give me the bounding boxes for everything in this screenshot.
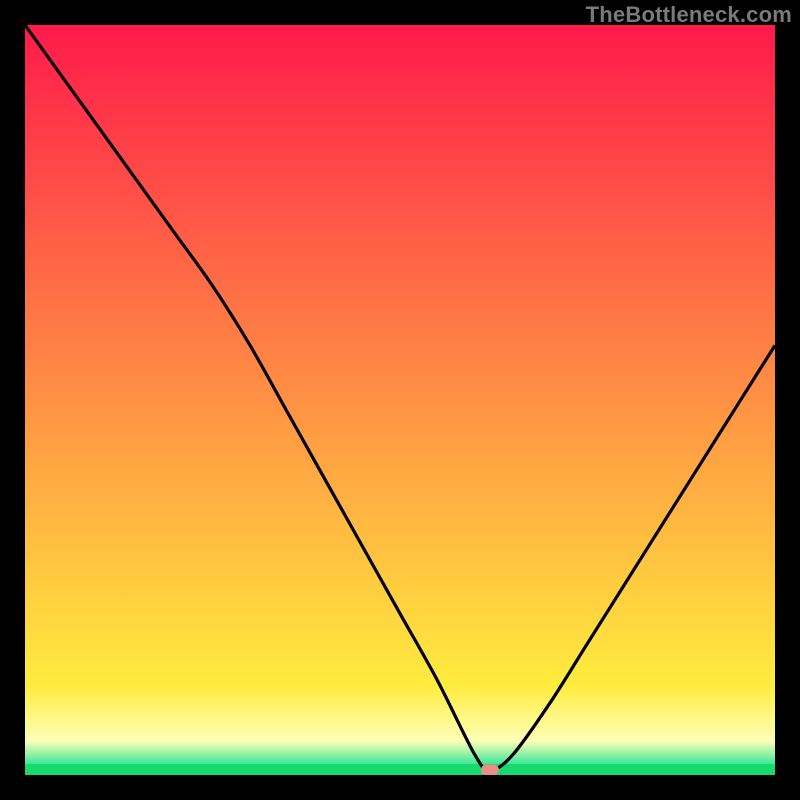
plot-area xyxy=(25,25,775,775)
bottleneck-curve xyxy=(25,25,775,775)
curve-path xyxy=(25,25,775,770)
optimal-marker xyxy=(481,765,499,776)
attribution-label: TheBottleneck.com xyxy=(586,2,792,28)
chart-frame: TheBottleneck.com xyxy=(0,0,800,800)
